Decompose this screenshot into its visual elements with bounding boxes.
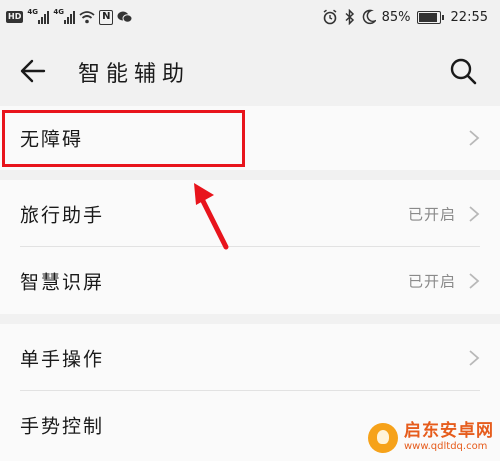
settings-item-one-hand[interactable]: 单手操作 [0, 324, 500, 391]
watermark-logo-icon [368, 422, 398, 453]
settings-item-label: 智慧识屏 [20, 271, 105, 293]
nfc-icon: N [99, 9, 114, 25]
app-header: 智能辅助 [0, 34, 500, 106]
battery-percent: 85% [381, 9, 411, 25]
chevron-right-icon [469, 349, 480, 366]
settings-item-label: 手势控制 [20, 415, 105, 437]
clock: 22:55 [450, 9, 488, 25]
alarm-icon [323, 9, 337, 25]
watermark-name: 启东安卓网 [404, 421, 494, 441]
settings-item-label: 旅行助手 [20, 204, 105, 226]
status-bar-left: HD 4G 4G N [6, 7, 133, 27]
watermark-url: www.qdltdq.com [404, 441, 488, 452]
status-bar: HD 4G 4G N 85% 22:55 [0, 0, 500, 34]
settings-item-smart-screen[interactable]: 智慧识屏 已开启 [0, 247, 500, 314]
network-type-1: 4G [27, 8, 38, 16]
page-title: 智能辅助 [78, 62, 191, 87]
status-bar-right: 85% 22:55 [322, 7, 488, 27]
battery-icon [416, 10, 444, 24]
chevron-right-icon [469, 130, 480, 146]
annotation-arrow-icon [194, 183, 229, 250]
hd-badge: HD [6, 11, 24, 23]
wifi-icon [79, 11, 95, 24]
watermark-text: 启东安卓网 www.qdltdq.com [404, 422, 494, 453]
network-type-2: 4G [53, 8, 64, 16]
chevron-right-icon [469, 272, 480, 289]
bluetooth-icon [345, 9, 354, 25]
settings-item-status: 已开启 [407, 205, 456, 223]
annotation-highlight-box [2, 110, 245, 167]
back-arrow-icon[interactable] [18, 56, 48, 86]
settings-item-label: 单手操作 [20, 348, 105, 370]
moon-icon [362, 9, 376, 25]
watermark: 启东安卓网 www.qdltdq.com [368, 422, 494, 453]
signal-icon: 4G [27, 8, 50, 24]
wechat-icon [117, 11, 133, 23]
settings-item-status: 已开启 [407, 272, 456, 290]
signal-icon: 4G [53, 8, 76, 24]
chevron-right-icon [469, 205, 480, 222]
search-icon[interactable] [448, 56, 478, 86]
